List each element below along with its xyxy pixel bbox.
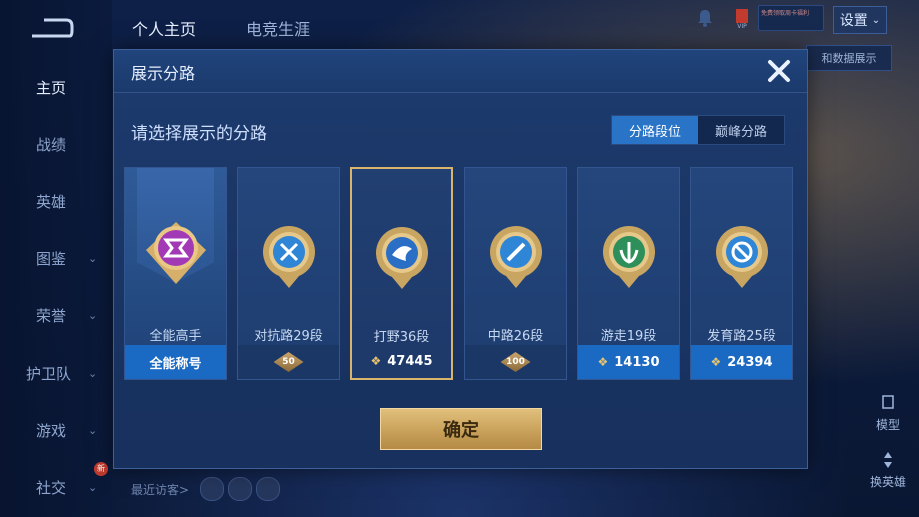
card-score: 47445 — [387, 353, 433, 369]
roam-emblem-icon — [602, 226, 655, 288]
dialog-title: 展示分路 — [131, 64, 196, 83]
settings-label: 设置 — [839, 13, 868, 29]
card-footer: 全能称号 — [125, 345, 226, 379]
close-icon[interactable] — [764, 56, 794, 86]
card-name: 打野36段 — [373, 330, 430, 345]
farm-lane-emblem-icon — [715, 226, 768, 288]
promo-banner[interactable]: 免费领取周卡福利 — [758, 5, 824, 31]
card-name: 发育路25段 — [707, 329, 776, 344]
chevron-down-icon: ⌄ — [88, 308, 98, 322]
card-name: 全能高手 — [149, 329, 202, 344]
nav-item-record[interactable]: 战绩 — [0, 129, 112, 159]
model-button[interactable]: 模型 — [870, 393, 906, 433]
model-label: 模型 — [875, 418, 900, 432]
card-footer-text: 全能称号 — [149, 356, 202, 372]
chevron-down-icon: ⌄ — [88, 251, 98, 265]
jungle-emblem-icon — [375, 227, 428, 289]
mid-lane-emblem-icon — [489, 226, 542, 288]
nav-item-heroes[interactable]: 英雄 — [0, 186, 112, 216]
card-footer: ❖ 24394 — [691, 345, 792, 379]
all-rounder-emblem-icon — [145, 222, 206, 284]
lane-card-jungle[interactable]: 打野36段 ❖ 47445 — [350, 167, 453, 380]
back-icon[interactable] — [28, 16, 74, 40]
nav-item-guard[interactable]: 护卫队 ⌄ — [0, 358, 112, 388]
tab-esports[interactable]: 电竞生涯 — [246, 16, 310, 40]
toggle-peak-lane[interactable]: 巅峰分路 — [698, 116, 784, 144]
new-badge: 新 — [94, 462, 108, 476]
chevron-down-icon: ⌄ — [88, 366, 98, 380]
dialog-subtitle: 请选择展示的分路 — [131, 124, 267, 144]
nav-label: 游戏 — [36, 421, 67, 440]
settings-button[interactable]: 设置 ⌄ — [833, 6, 887, 34]
card-score: 24394 — [727, 354, 773, 370]
card-name: 游走19段 — [600, 329, 657, 344]
swap-label: 换英雄 — [869, 475, 906, 489]
lane-mode-toggle: 分路段位 巅峰分路 — [611, 115, 785, 145]
star-badge: 100 — [500, 352, 531, 372]
card-name: 对抗路29段 — [254, 329, 323, 344]
nav-item-social[interactable]: 社交 ⌄ — [0, 472, 112, 502]
nav-label: 图鉴 — [36, 249, 67, 268]
toggle-lane-rank[interactable]: 分路段位 — [612, 116, 698, 144]
nav-item-game[interactable]: 游戏 ⌄ — [0, 415, 112, 445]
lane-card-roam[interactable]: 游走19段 ❖ 14130 — [577, 167, 680, 380]
chevron-down-icon: ⌄ — [871, 14, 881, 26]
swap-icon — [884, 452, 892, 468]
svg-text:VIP: VIP — [737, 23, 747, 29]
clash-lane-emblem-icon — [262, 226, 315, 288]
nav-label: 荣誉 — [36, 306, 67, 325]
star-icon: ❖ — [370, 354, 382, 368]
nav-label: 护卫队 — [26, 364, 72, 383]
swap-hero-button[interactable]: 换英雄 — [866, 450, 910, 494]
recent-visitors-link[interactable]: 最近访客> — [131, 481, 189, 498]
tab-profile[interactable]: 个人主页 — [132, 16, 196, 40]
star-icon: ❖ — [597, 355, 609, 369]
avatar[interactable] — [228, 477, 252, 501]
vip-icon[interactable]: VIP — [733, 7, 751, 29]
chevron-down-icon: ⌄ — [88, 480, 98, 494]
dialog-header: 展示分路 — [114, 50, 807, 93]
card-footer: 100 — [465, 345, 566, 379]
nav-label: 英雄 — [36, 192, 67, 211]
lane-card-mid[interactable]: 中路26段 100 — [464, 167, 567, 380]
avatar[interactable] — [256, 477, 280, 501]
model-icon — [882, 395, 894, 409]
left-nav: 主页 战绩 英雄 图鉴 ⌄ 荣誉 ⌄ 护卫队 ⌄ 游戏 ⌄ 社交 ⌄ 新 — [0, 0, 112, 517]
card-footer: ❖ 47445 — [352, 344, 451, 378]
lane-card-farm[interactable]: 发育路25段 ❖ 24394 — [690, 167, 793, 380]
data-display-chip[interactable]: 和数据展示 — [806, 45, 892, 71]
nav-item-gallery[interactable]: 图鉴 ⌄ — [0, 243, 112, 273]
lane-card-clash[interactable]: 对抗路29段 50 — [237, 167, 340, 380]
nav-label: 战绩 — [36, 135, 67, 154]
card-footer: 50 — [238, 345, 339, 379]
confirm-button[interactable]: 确定 — [380, 408, 542, 450]
star-badge: 50 — [273, 352, 304, 372]
nav-item-home[interactable]: 主页 — [0, 72, 112, 102]
star-icon: ❖ — [710, 355, 722, 369]
bell-icon[interactable] — [696, 8, 714, 28]
card-name: 中路26段 — [487, 329, 544, 344]
nav-item-honor[interactable]: 荣誉 ⌄ — [0, 300, 112, 330]
lane-card-all-rounder[interactable]: 全能高手 全能称号 — [124, 167, 227, 380]
nav-label: 社交 — [36, 478, 67, 497]
chevron-down-icon: ⌄ — [88, 423, 98, 437]
card-score: 14130 — [614, 354, 660, 370]
promo-text: 免费领取周卡福利 — [761, 10, 810, 17]
avatar[interactable] — [200, 477, 224, 501]
lane-display-dialog: 展示分路 请选择展示的分路 分路段位 巅峰分路 全能高手 全能称号 对抗路29段 — [113, 49, 808, 469]
card-footer: ❖ 14130 — [578, 345, 679, 379]
nav-label: 主页 — [36, 78, 67, 97]
